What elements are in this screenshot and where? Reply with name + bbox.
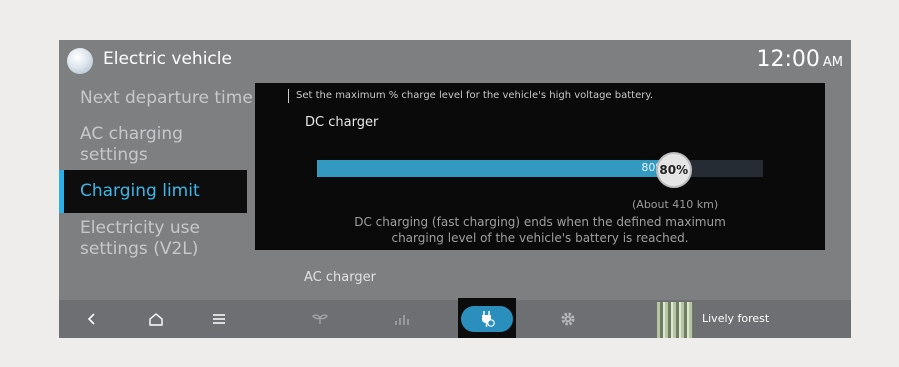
app-title: Electric vehicle (103, 49, 232, 69)
home-icon (149, 313, 163, 326)
clock-time: 12:00 (756, 47, 820, 72)
dc-limit-handle-label: 80% (659, 163, 689, 177)
description-divider (288, 89, 289, 103)
dc-limit-fill: 80% (317, 160, 674, 177)
dc-charger-title: DC charger (305, 115, 379, 130)
active-indicator (59, 170, 64, 213)
clock-ampm: AM (822, 55, 843, 70)
globe-icon (67, 48, 93, 74)
sidebar-item-label: AC charging (80, 124, 183, 144)
bottom-nav-bar: Lively forest (59, 298, 851, 338)
infotainment-screen: Electric vehicle 12:00 AM Next departure … (59, 40, 851, 338)
menu-icon (213, 314, 225, 324)
home-button[interactable] (143, 300, 169, 338)
sidebar-item-charging-limit[interactable]: Charging limit (59, 170, 247, 213)
back-icon (87, 313, 95, 325)
sidebar-item-label: Electricity use (80, 218, 200, 238)
dc-range-estimate: (About 410 km) (632, 198, 719, 211)
sidebar-item-electricity-use-settings[interactable]: Electricity use settings (V2L) (80, 218, 200, 260)
ev-charging-icon (482, 311, 495, 327)
ev-charging-button[interactable] (458, 298, 516, 338)
charging-limit-panel: Set the maximum % charge level for the v… (255, 83, 825, 250)
sidebar-item-next-departure-time[interactable]: Next departure time (80, 88, 253, 109)
sidebar-item-label: settings (80, 145, 148, 165)
sprout-icon (312, 314, 328, 324)
sidebar-item-label: settings (V2L) (80, 239, 199, 259)
dc-note-line: charging level of the vehicle's battery … (391, 231, 689, 245)
ev-charging-pill (461, 306, 513, 332)
ac-charger-title: AC charger (304, 270, 376, 285)
energy-info-button[interactable] (387, 300, 417, 338)
sidebar-item-label: Next departure time (80, 88, 253, 108)
dc-limit-handle[interactable]: 80% (655, 152, 692, 188)
sidebar-item-ac-charging-settings[interactable]: AC charging settings (80, 124, 183, 166)
gear-icon (561, 312, 575, 326)
bar-chart-icon (395, 315, 409, 325)
now-playing-title[interactable]: Lively forest (702, 312, 769, 325)
eco-button[interactable] (305, 300, 335, 338)
clock: 12:00 AM (756, 47, 843, 72)
menu-button[interactable] (206, 300, 232, 338)
settings-button[interactable] (555, 300, 581, 338)
dc-limit-slider[interactable]: 80% 80% (317, 152, 763, 188)
panel-description: Set the maximum % charge level for the v… (296, 90, 654, 101)
dc-note-line: DC charging (fast charging) ends when th… (354, 215, 726, 229)
dc-charging-note: DC charging (fast charging) ends when th… (285, 214, 795, 246)
sidebar-item-label: Charging limit (80, 181, 200, 201)
album-art[interactable] (657, 302, 693, 338)
back-button[interactable] (79, 300, 105, 338)
